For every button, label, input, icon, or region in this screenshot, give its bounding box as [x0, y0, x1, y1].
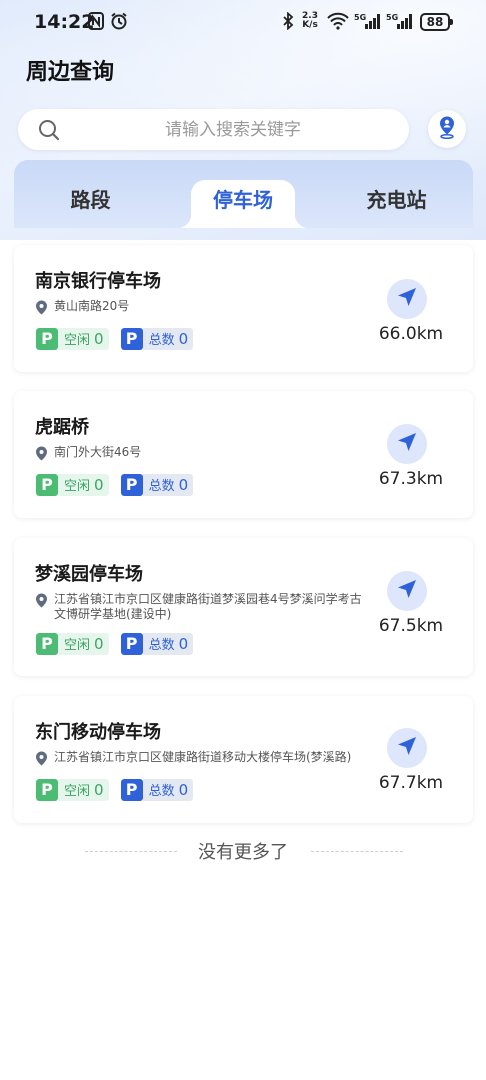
navigate-button[interactable]	[387, 571, 427, 611]
total-label: 总数	[148, 638, 175, 653]
total-spaces-badge: P 总数 0	[120, 779, 194, 801]
parking-name: 梦溪园停车场	[35, 564, 143, 585]
parking-address: 南门外大街46号	[54, 445, 142, 459]
availability-badges: P 空闲 0 P 总数 0	[36, 633, 194, 655]
status-time: 14:22	[34, 11, 95, 33]
battery-indicator: 88	[420, 13, 453, 31]
total-spaces-badge: P 总数 0	[120, 474, 194, 496]
divider	[311, 851, 403, 852]
free-spaces-badge: P 空闲 0	[36, 328, 109, 350]
alarm-icon	[110, 12, 128, 34]
search-icon	[38, 119, 60, 145]
parking-name: 东门移动停车场	[35, 722, 161, 743]
svg-text:5G: 5G	[354, 13, 366, 22]
network-speed: 2.3 K/s	[300, 12, 320, 30]
free-spaces-badge: P 空闲 0	[36, 779, 109, 801]
tab-road[interactable]: 路段	[14, 180, 167, 228]
parking-card[interactable]: 虎踞桥 南门外大街46号 P 空闲 0 P 总数 0 67.3km	[14, 391, 473, 518]
free-label: 空闲	[64, 333, 91, 348]
total-count: 0	[178, 330, 189, 348]
tab-charging-station[interactable]: 充电站	[320, 180, 473, 228]
map-pin-icon	[35, 300, 49, 319]
address-row: 江苏省镇江市京口区健康路街道梦溪园巷4号梦溪问学考古文博研学基地(建设中)	[35, 592, 365, 622]
signal-5g-icon: 5G	[354, 12, 382, 34]
availability-badges: P 空闲 0 P 总数 0	[36, 474, 194, 496]
total-label: 总数	[148, 479, 175, 494]
total-count: 0	[178, 781, 189, 799]
page-title: 周边查询	[26, 60, 115, 85]
parking-p-icon: P	[120, 633, 143, 655]
parking-p-icon: P	[120, 474, 143, 496]
free-count: 0	[94, 781, 104, 799]
free-label: 空闲	[64, 784, 91, 799]
total-count: 0	[178, 635, 189, 653]
parking-card[interactable]: 东门移动停车场 江苏省镇江市京口区健康路街道移动大楼停车场(梦溪路) P 空闲 0…	[14, 696, 473, 823]
search-input[interactable]	[78, 109, 388, 150]
navigate-button[interactable]	[387, 279, 427, 319]
list-end-text: 没有更多了	[198, 842, 288, 863]
status-bar: 14:22 2.3 K/s 5G 5G 88	[0, 0, 486, 44]
distance: 67.5km	[378, 616, 444, 636]
category-tabs: 路段 停车场 充电站	[14, 160, 473, 228]
free-spaces-badge: P 空闲 0	[36, 474, 109, 496]
my-location-button[interactable]	[428, 110, 466, 148]
parking-p-icon: P	[36, 474, 58, 496]
bluetooth-icon	[282, 11, 294, 34]
wifi-icon	[326, 12, 350, 34]
parking-card[interactable]: 南京银行停车场 黄山南路20号 P 空闲 0 P 总数 0 66.0km	[14, 245, 473, 372]
availability-badges: P 空闲 0 P 总数 0	[36, 779, 194, 801]
svg-text:5G: 5G	[386, 13, 398, 22]
navigate-button[interactable]	[387, 728, 427, 768]
parking-address: 江苏省镇江市京口区健康路街道梦溪园巷4号梦溪问学考古文博研学基地(建设中)	[54, 592, 362, 621]
location-person-icon	[436, 115, 458, 143]
navigation-arrow-icon	[396, 735, 418, 761]
availability-badges: P 空闲 0 P 总数 0	[36, 328, 194, 350]
address-row: 南门外大街46号	[35, 445, 365, 465]
parking-address: 江苏省镇江市京口区健康路街道移动大楼停车场(梦溪路)	[54, 750, 352, 764]
map-pin-icon	[35, 751, 49, 770]
parking-name: 虎踞桥	[35, 417, 89, 438]
map-pin-icon	[35, 446, 49, 465]
navigate-button[interactable]	[387, 424, 427, 464]
free-label: 空闲	[64, 638, 91, 653]
parking-p-icon: P	[120, 328, 143, 350]
parking-p-icon: P	[36, 328, 58, 350]
navigation-arrow-icon	[396, 286, 418, 312]
list-end-indicator: 没有更多了	[0, 838, 486, 864]
parking-name: 南京银行停车场	[35, 271, 161, 292]
total-label: 总数	[148, 784, 175, 799]
free-count: 0	[94, 635, 104, 653]
distance: 67.3km	[378, 469, 444, 489]
address-row: 黄山南路20号	[35, 299, 365, 319]
free-spaces-badge: P 空闲 0	[36, 633, 109, 655]
free-count: 0	[94, 330, 104, 348]
tab-parking[interactable]: 停车场	[177, 180, 309, 228]
parking-p-icon: P	[36, 633, 58, 655]
distance: 66.0km	[378, 324, 444, 344]
map-pin-icon	[35, 593, 49, 622]
parking-p-icon: P	[36, 779, 58, 801]
nfc-icon	[88, 12, 104, 34]
parking-card[interactable]: 梦溪园停车场 江苏省镇江市京口区健康路街道梦溪园巷4号梦溪问学考古文博研学基地(…	[14, 538, 473, 676]
search-bar[interactable]	[18, 109, 409, 150]
signal-5g-icon-2: 5G	[386, 12, 414, 34]
network-speed-unit: K/s	[302, 20, 318, 30]
total-spaces-badge: P 总数 0	[120, 328, 194, 350]
total-spaces-badge: P 总数 0	[120, 633, 194, 655]
parking-address: 黄山南路20号	[54, 299, 130, 313]
navigation-arrow-icon	[396, 578, 418, 604]
total-count: 0	[178, 476, 189, 494]
parking-p-icon: P	[120, 779, 143, 801]
total-label: 总数	[148, 333, 175, 348]
free-count: 0	[94, 476, 104, 494]
free-label: 空闲	[64, 479, 91, 494]
distance: 67.7km	[378, 773, 444, 793]
address-row: 江苏省镇江市京口区健康路街道移动大楼停车场(梦溪路)	[35, 750, 365, 770]
navigation-arrow-icon	[396, 431, 418, 457]
